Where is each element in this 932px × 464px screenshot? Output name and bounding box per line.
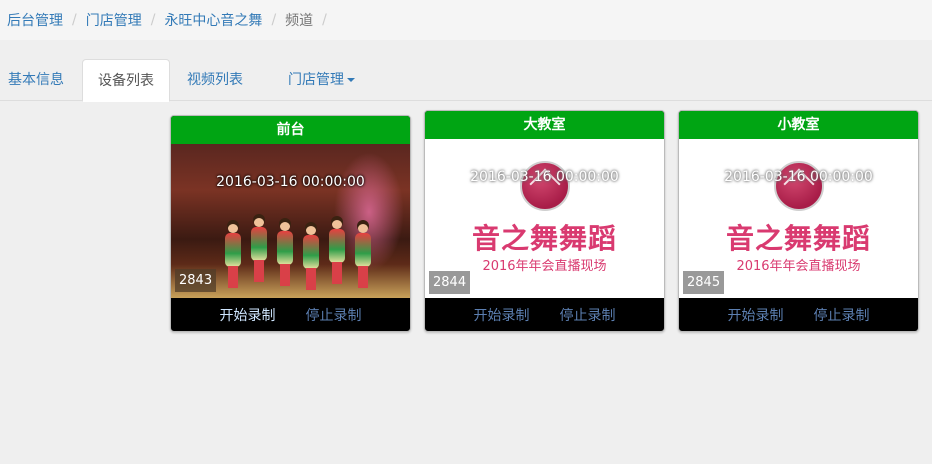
tab-bar: 基本信息 设备列表 视频列表 门店管理 xyxy=(0,59,932,102)
breadcrumb-channel: 频道 xyxy=(285,13,314,29)
dancer-figure xyxy=(327,216,347,286)
device-card-title: 前台 xyxy=(171,116,410,144)
recording-actions: 开始录制 停止录制 xyxy=(425,298,664,331)
breadcrumb-store-management[interactable]: 门店管理 xyxy=(86,10,142,30)
recording-actions: 开始录制 停止录制 xyxy=(171,298,410,331)
video-thumbnail[interactable]: 2016-03-16 00:00:00 2843 xyxy=(171,144,410,298)
device-id-badge: 2845 xyxy=(683,271,725,294)
breadcrumb-separator: / xyxy=(150,12,156,28)
promo-title: 音之舞舞蹈 xyxy=(725,222,871,255)
start-recording-button[interactable]: 开始录制 xyxy=(728,305,784,325)
recording-actions: 开始录制 停止录制 xyxy=(679,298,918,331)
promo-title: 音之舞舞蹈 xyxy=(471,222,617,255)
tab-basic-info[interactable]: 基本信息 xyxy=(8,59,64,101)
device-card-title: 小教室 xyxy=(679,111,918,139)
tab-device-list[interactable]: 设备列表 xyxy=(82,59,170,102)
breadcrumb-separator: / xyxy=(271,12,277,28)
dancer-figure xyxy=(275,218,295,288)
stop-recording-button[interactable]: 停止录制 xyxy=(814,305,870,325)
device-card-small-classroom: 小教室 2016-03-16 00:00:00 音之舞舞蹈 2016年年会直播现… xyxy=(678,110,919,332)
device-id-badge: 2844 xyxy=(429,271,471,294)
tab-store-management-dropdown[interactable]: 门店管理 xyxy=(288,59,355,101)
breadcrumb: 后台管理 / 门店管理 / 永旺中心音之舞 / 频道 / xyxy=(0,0,932,40)
device-id-badge: 2843 xyxy=(175,269,217,292)
video-timestamp: 2016-03-16 00:00:00 xyxy=(470,169,619,185)
caret-down-icon xyxy=(347,78,355,82)
tab-video-list[interactable]: 视频列表 xyxy=(187,59,243,101)
start-recording-button[interactable]: 开始录制 xyxy=(220,305,276,325)
dancer-figure xyxy=(353,220,373,290)
video-thumbnail[interactable]: 2016-03-16 00:00:00 音之舞舞蹈 2016年年会直播现场 28… xyxy=(679,139,918,298)
device-card-front-desk: 前台 2016-03-16 00:00:00 2843 开始录制 停止录制 xyxy=(170,115,411,332)
breadcrumb-separator: / xyxy=(322,12,327,28)
video-thumbnail[interactable]: 2016-03-16 00:00:00 音之舞舞蹈 2016年年会直播现场 28… xyxy=(425,139,664,298)
video-timestamp: 2016-03-16 00:00:00 xyxy=(216,174,365,190)
dancer-figure xyxy=(301,222,321,292)
video-timestamp: 2016-03-16 00:00:00 xyxy=(724,169,873,185)
tab-store-management-label: 门店管理 xyxy=(288,72,344,88)
dancer-figure xyxy=(249,214,269,284)
device-card-large-classroom: 大教室 2016-03-16 00:00:00 音之舞舞蹈 2016年年会直播现… xyxy=(424,110,665,332)
dancer-figure xyxy=(223,220,243,290)
start-recording-button[interactable]: 开始录制 xyxy=(474,305,530,325)
breadcrumb-separator: / xyxy=(72,12,77,28)
device-card-title: 大教室 xyxy=(425,111,664,139)
stop-recording-button[interactable]: 停止录制 xyxy=(306,305,362,325)
breadcrumb-admin[interactable]: 后台管理 xyxy=(7,10,63,30)
breadcrumb-store[interactable]: 永旺中心音之舞 xyxy=(164,10,262,30)
stop-recording-button[interactable]: 停止录制 xyxy=(560,305,616,325)
